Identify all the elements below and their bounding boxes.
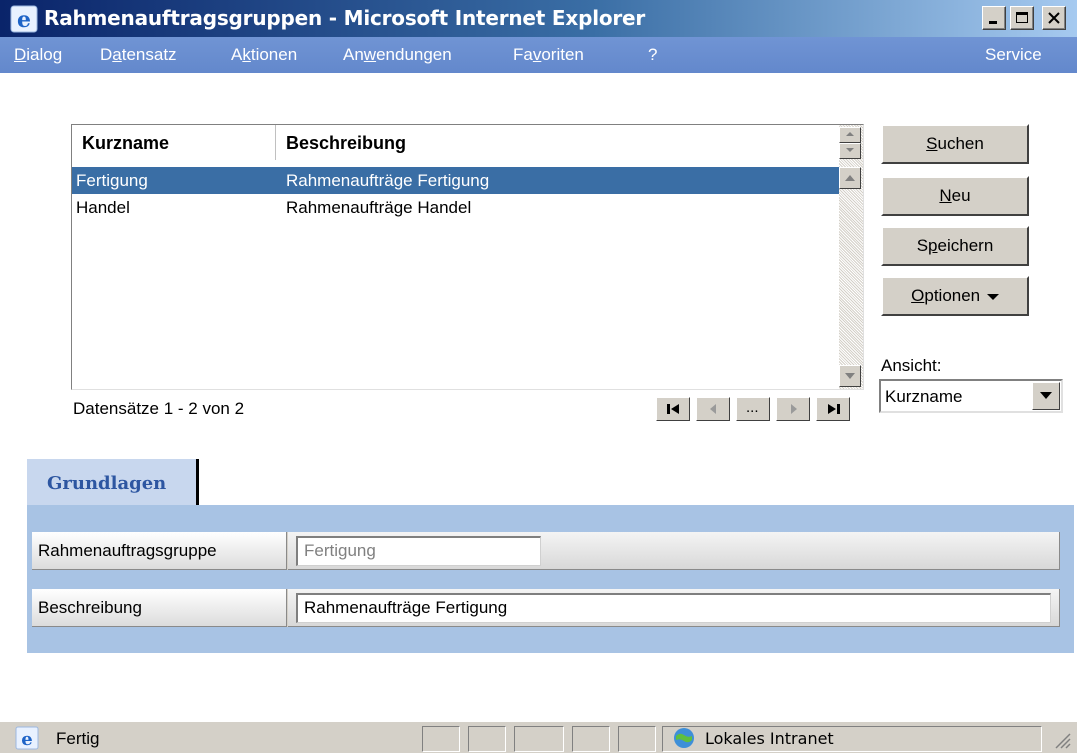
security-zone-text: Lokales Intranet xyxy=(705,729,834,748)
next-page-icon xyxy=(791,404,797,414)
field-row-group: Rahmenauftragsgruppe Fertigung xyxy=(32,532,1060,570)
cell-beschreibung: Rahmenaufträge Handel xyxy=(286,198,472,217)
chevron-down-icon xyxy=(1040,392,1052,399)
arrow-up-icon xyxy=(846,132,854,136)
status-cell xyxy=(514,726,564,752)
nav-more-button[interactable]: ... xyxy=(736,397,770,421)
list-row[interactable]: Handel Rahmenaufträge Handel xyxy=(72,194,839,221)
scroll-up-button[interactable] xyxy=(839,167,861,189)
arrow-up-icon xyxy=(845,175,855,181)
nav-more-label: ... xyxy=(746,399,759,416)
column-header-kurzname[interactable]: Kurzname xyxy=(82,133,169,154)
vertical-scrollbar[interactable] xyxy=(839,125,863,389)
view-select-value: Kurzname xyxy=(885,387,963,406)
column-separator[interactable] xyxy=(275,125,277,160)
status-cell xyxy=(572,726,610,752)
record-count: Datensätze 1 - 2 von 2 xyxy=(73,399,245,418)
nav-last-button[interactable] xyxy=(816,397,850,421)
description-input[interactable]: Rahmenaufträge Fertigung xyxy=(296,593,1051,623)
cell-kurzname: Fertigung xyxy=(76,171,148,190)
nav-next-button[interactable] xyxy=(776,397,810,421)
field-row-description: Beschreibung Rahmenaufträge Fertigung xyxy=(32,589,1060,627)
scroll-down-button[interactable] xyxy=(839,365,861,387)
status-bar: e Fertig Lokales Intranet xyxy=(0,721,1077,753)
field-area: Fertigung xyxy=(288,532,1060,570)
first-page-icon xyxy=(667,404,679,414)
save-button[interactable]: Speichern xyxy=(881,226,1029,266)
menu-datensatz[interactable]: Datensatz xyxy=(100,45,177,65)
window-title: Rahmenauftragsgruppen - Microsoft Intern… xyxy=(44,6,646,30)
tab-label: Grundlagen xyxy=(47,473,167,494)
page-icon: e xyxy=(15,726,39,750)
record-list: Kurzname Beschreibung Fertigung Rahmenau… xyxy=(71,124,864,390)
minimize-button[interactable] xyxy=(982,6,1006,30)
tab-edge xyxy=(196,459,199,507)
maximize-button[interactable] xyxy=(1010,6,1034,30)
status-cell xyxy=(422,726,460,752)
list-header: Kurzname Beschreibung xyxy=(72,125,839,160)
tab-grundlagen[interactable]: Grundlagen xyxy=(27,459,199,507)
svg-text:e: e xyxy=(17,7,31,33)
internet-explorer-icon: e xyxy=(10,5,38,33)
intranet-icon xyxy=(674,728,694,748)
field-area: Rahmenaufträge Fertigung xyxy=(288,589,1060,627)
new-button[interactable]: Neu xyxy=(881,176,1029,216)
nav-prev-button[interactable] xyxy=(696,397,730,421)
status-text: Fertig xyxy=(56,729,100,748)
scroll-top-button-lower[interactable] xyxy=(839,143,861,159)
cell-kurzname: Handel xyxy=(76,198,130,217)
cell-beschreibung: Rahmenaufträge Fertigung xyxy=(286,171,490,190)
maximize-icon xyxy=(1016,12,1028,23)
group-input[interactable]: Fertigung xyxy=(296,536,541,566)
close-icon xyxy=(1048,12,1060,24)
view-select-dropdown-button[interactable] xyxy=(1032,382,1060,410)
menu-help[interactable]: ? xyxy=(648,45,657,65)
last-page-icon xyxy=(828,404,840,414)
scroll-top-button[interactable] xyxy=(839,127,861,143)
options-button[interactable]: Optionen xyxy=(881,276,1029,316)
menu-anwendungen[interactable]: Anwendungen xyxy=(343,45,452,65)
view-label: Ansicht: xyxy=(881,356,942,375)
title-bar: e Rahmenauftragsgruppen - Microsoft Inte… xyxy=(0,0,1077,37)
list-row-selected[interactable]: Fertigung Rahmenaufträge Fertigung xyxy=(72,167,839,194)
detail-panel xyxy=(27,505,1074,653)
menu-dialog[interactable]: Dialog xyxy=(14,45,62,65)
nav-first-button[interactable] xyxy=(656,397,690,421)
search-button[interactable]: Suchen xyxy=(881,124,1029,164)
dropdown-arrow-icon xyxy=(986,294,999,300)
svg-text:e: e xyxy=(21,729,32,750)
prev-page-icon xyxy=(710,404,716,414)
field-label-beschreibung: Beschreibung xyxy=(32,589,287,627)
status-cell xyxy=(468,726,506,752)
arrow-down-icon xyxy=(845,373,855,379)
field-label-rahmenauftragsgruppe: Rahmenauftragsgruppe xyxy=(32,532,287,570)
minimize-icon xyxy=(989,21,997,24)
resize-grip-icon[interactable] xyxy=(1052,730,1072,750)
menu-service[interactable]: Service xyxy=(985,45,1042,65)
close-button[interactable] xyxy=(1042,6,1066,30)
menu-bar: Dialog Datensatz Aktionen Anwendungen Fa… xyxy=(0,37,1077,73)
column-header-beschreibung[interactable]: Beschreibung xyxy=(286,133,406,154)
status-cell xyxy=(618,726,656,752)
arrow-down-icon xyxy=(846,148,854,152)
menu-aktionen[interactable]: Aktionen xyxy=(231,45,297,65)
view-select[interactable]: Kurzname xyxy=(879,379,1063,413)
menu-favoriten[interactable]: Favoriten xyxy=(513,45,584,65)
